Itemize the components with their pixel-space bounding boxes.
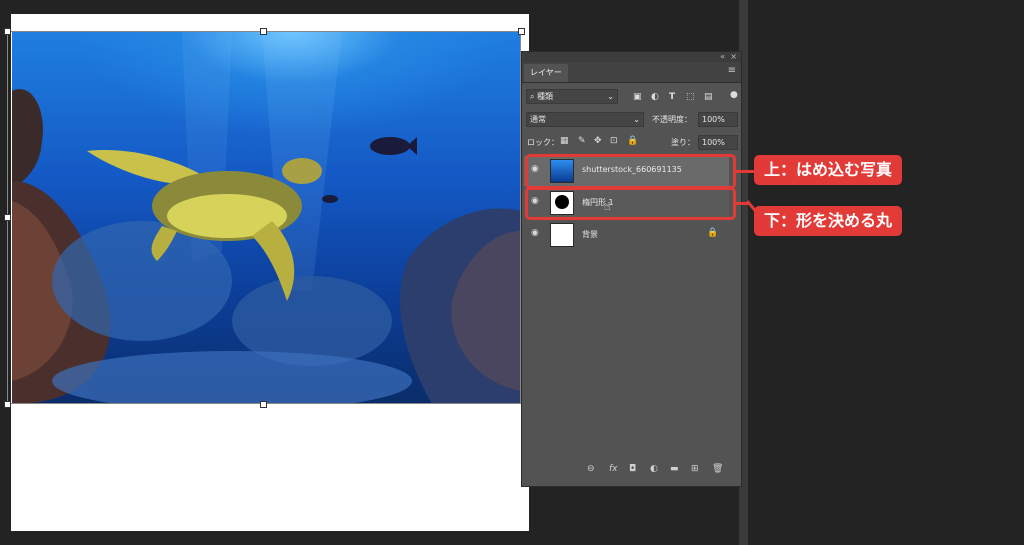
underwater-turtle-photo[interactable] [12,31,521,404]
transform-handle-bottom[interactable] [260,401,267,408]
trash-icon[interactable]: 🗑 [712,464,723,474]
panel-menu-icon[interactable]: ≡ [728,65,736,76]
opacity-value: 100% [702,115,725,124]
chevron-down-icon: ⌄ [607,92,614,101]
lock-image-icon[interactable]: ✎ [578,135,586,147]
fill-label: 塗り： [671,138,695,147]
adjustment-icon[interactable]: ◐ [650,464,658,474]
transform-handle-tl[interactable] [4,28,11,35]
visibility-eye-icon[interactable]: ◉ [531,228,539,238]
layers-bottom-toolbar: ⊖ fx ◘ ◐ ▬ ⊞ 🗑 [522,464,741,480]
transform-handle-left[interactable] [4,214,11,221]
filter-toggle-icon[interactable]: ● [730,89,738,101]
opacity-input[interactable]: 100% [698,112,738,127]
layers-panel: « × レイヤー ≡ ⌕ 種類 ⌄ ▣ ◐ T ⬚ ▤ ● 通常 ⌄ 不透明度：… [521,51,742,487]
layer-kind-filter-select[interactable]: ⌕ 種類 ⌄ [526,89,618,104]
transform-handle-top[interactable] [260,28,267,35]
tab-layers[interactable]: レイヤー [524,64,568,82]
close-panel-icon[interactable]: × [730,52,737,62]
smart-object-filter-icon[interactable]: ▤ [704,91,713,103]
blend-mode-select[interactable]: 通常 ⌄ [526,112,644,127]
callout-connector-top [736,170,754,173]
lock-transparent-icon[interactable]: ▦ [560,135,569,147]
transform-handle-bl[interactable] [4,401,11,408]
group-folder-icon[interactable]: ▬ [670,464,679,474]
panel-tab-bar: レイヤー ≡ [522,62,741,83]
lock-position-icon[interactable]: ✥ [594,135,602,147]
search-icon: ⌕ [530,92,535,101]
transform-handle-tr[interactable] [518,28,525,35]
fill-input[interactable]: 100% [698,135,738,150]
mask-icon[interactable]: ◘ [629,464,636,474]
shape-filter-icon[interactable]: ⬚ [686,91,695,103]
collapse-panel-icon[interactable]: « [720,52,725,62]
opacity-label: 不透明度： [652,115,692,124]
new-layer-icon[interactable]: ⊞ [691,464,699,474]
link-icon[interactable]: ⊖ [587,464,595,474]
highlight-ellipse-layer [525,187,736,220]
pixel-filter-icon[interactable]: ▣ [633,91,642,103]
layer-kind-label: 種類 [537,92,554,101]
type-filter-icon[interactable]: T [669,91,675,103]
lock-icon: 🔒 [707,228,719,238]
highlight-photo-layer [525,154,736,189]
layer-row-background[interactable]: ◉ 背景 🔒 [524,220,729,250]
photo-artwork [12,31,521,404]
layer-thumbnail-background [550,223,574,247]
layer-name: 背景 [582,230,598,239]
blend-mode-value: 通常 [530,115,546,124]
lock-all-icon[interactable]: 🔒 [627,135,638,147]
callout-top-photo: 上：はめ込む写真 [754,155,903,185]
lock-artboard-icon[interactable]: ⊡ [610,135,618,147]
panel-title-bar: « × [522,52,741,62]
adjustment-filter-icon[interactable]: ◐ [651,91,659,103]
fill-value: 100% [702,138,725,147]
lock-label: ロック： [527,138,559,147]
callout-bottom-shape: 下：形を決める丸 [754,206,903,236]
chevron-down-icon: ⌄ [633,115,640,124]
fx-icon[interactable]: fx [609,464,618,474]
